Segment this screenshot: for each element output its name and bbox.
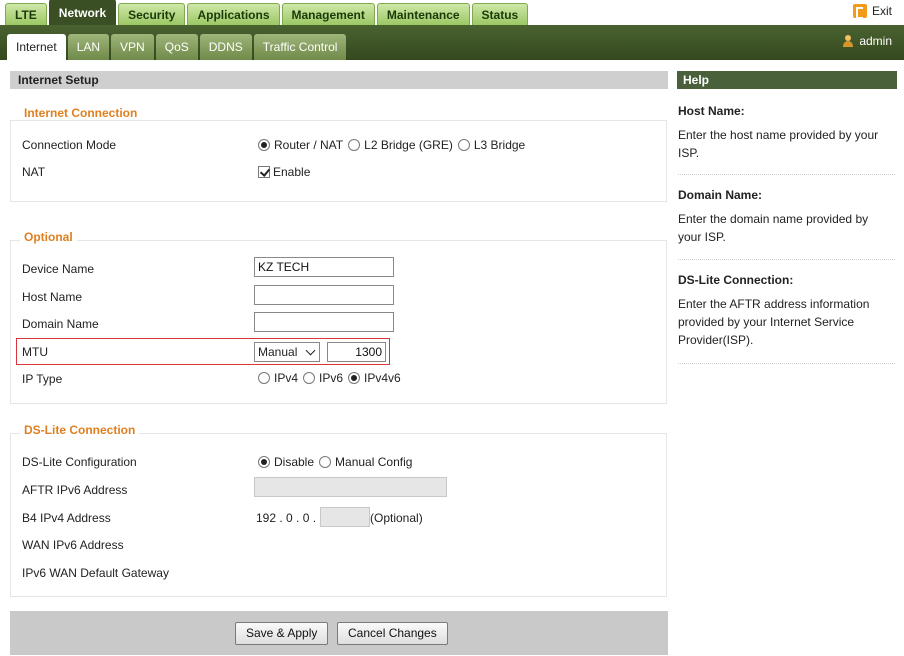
nat-enable-label: Enable [273, 165, 311, 179]
radio-ipv4[interactable] [258, 372, 270, 384]
exit-icon [852, 4, 867, 19]
ip-type-radios: IPv4 IPv6 IPv4v6 [258, 371, 406, 385]
user-label: admin [859, 34, 892, 48]
radio-ipv4v6[interactable] [348, 372, 361, 384]
b4-label: B4 IPv4 Address [22, 511, 111, 525]
radio-disable-label: Disable [274, 455, 315, 469]
chevron-down-icon [305, 345, 316, 355]
page-title: Internet Setup [10, 71, 668, 89]
optional-legend: Optional [20, 230, 77, 244]
b4-ipv4-input[interactable] [320, 507, 370, 527]
radio-l2-bridge-label: L2 Bridge (GRE) [364, 138, 453, 152]
help-host-name-text: Enter the host name provided by your ISP… [678, 128, 879, 160]
ds-lite-legend: DS-Lite Connection [20, 423, 140, 437]
radio-router-nat-label: Router / NAT [274, 138, 344, 152]
help-divider [678, 363, 895, 364]
help-ds-lite-text: Enter the AFTR address information provi… [678, 297, 870, 347]
mtu-value-input[interactable]: 1300 [327, 342, 386, 362]
radio-disable[interactable] [258, 456, 270, 468]
b4-optional-note: (Optional) [370, 511, 423, 525]
subtab-lan[interactable]: LAN [67, 34, 110, 60]
domain-name-input[interactable] [254, 312, 394, 332]
internet-connection-legend: Internet Connection [20, 106, 142, 120]
wan-ipv6-label: WAN IPv6 Address [22, 538, 124, 552]
subtab-ddns[interactable]: DDNS [199, 34, 252, 60]
sub-nav-bar: Internet LAN VPN QoS DDNS Traffic Contro… [0, 25, 904, 60]
radio-router-nat[interactable] [258, 139, 270, 151]
b4-prefix: 192 . 0 . 0 . [256, 511, 317, 525]
tab-maintenance[interactable]: Maintenance [376, 3, 470, 25]
help-divider [678, 259, 895, 260]
subtab-internet[interactable]: Internet [7, 34, 66, 60]
radio-manual-config[interactable] [319, 456, 332, 468]
user-indicator: admin [843, 34, 892, 48]
device-name-input[interactable]: KZ TECH [254, 257, 394, 277]
help-ds-lite-title: DS-Lite Connection: [678, 273, 794, 287]
connection-mode-radios: Router / NAT L2 Bridge (GRE) L3 Bridge [258, 138, 530, 152]
nat-label: NAT [22, 165, 46, 179]
internet-connection-group [10, 120, 667, 202]
cancel-changes-button[interactable]: Cancel Changes [337, 622, 448, 645]
ip-type-label: IP Type [22, 372, 63, 386]
ds-lite-config-radios: Disable Manual Config [258, 455, 417, 469]
help-domain-name-title: Domain Name: [678, 188, 763, 202]
radio-l3-bridge[interactable] [457, 139, 470, 151]
top-nav-bar: LTE Network Security Applications Manage… [0, 0, 904, 25]
nat-enable-checkbox[interactable] [258, 166, 270, 178]
ipv6-gateway-label: IPv6 WAN Default Gateway [22, 566, 169, 580]
tab-lte[interactable]: LTE [5, 3, 47, 25]
tab-status[interactable]: Status [471, 3, 529, 25]
ds-lite-config-label: DS-Lite Configuration [22, 455, 137, 469]
subtab-qos[interactable]: QoS [155, 34, 198, 60]
help-divider [678, 174, 895, 175]
save-apply-button[interactable]: Save & Apply [235, 622, 329, 645]
help-header: Help [677, 71, 897, 89]
user-icon [843, 35, 854, 47]
help-domain-name-text: Enter the domain name provided by your I… [678, 212, 869, 244]
host-name-input[interactable] [254, 285, 394, 305]
mtu-mode-value: Manual [258, 345, 298, 359]
tab-security[interactable]: Security [118, 3, 186, 25]
nat-control: Enable [258, 165, 310, 179]
exit-button[interactable]: Exit [852, 4, 892, 19]
subtab-vpn[interactable]: VPN [111, 34, 154, 60]
radio-l3-bridge-label: L3 Bridge [473, 138, 526, 152]
tab-network[interactable]: Network [48, 0, 117, 25]
radio-ipv6-label: IPv6 [319, 371, 344, 385]
radio-ipv6[interactable] [303, 372, 316, 384]
action-bar: Save & Apply Cancel Changes [10, 611, 668, 655]
mtu-label: MTU [22, 345, 48, 359]
sub-tabs: Internet LAN VPN QoS DDNS Traffic Contro… [7, 34, 347, 60]
help-host-name-title: Host Name: [678, 104, 745, 118]
subtab-traffic-control[interactable]: Traffic Control [253, 34, 347, 60]
tab-management[interactable]: Management [281, 3, 375, 25]
domain-name-label: Domain Name [22, 317, 99, 331]
host-name-label: Host Name [22, 290, 83, 304]
radio-l2-bridge[interactable] [348, 139, 361, 151]
aftr-label: AFTR IPv6 Address [22, 483, 128, 497]
device-name-label: Device Name [22, 262, 95, 276]
connection-mode-label: Connection Mode [22, 138, 117, 152]
exit-label: Exit [871, 4, 892, 18]
radio-manual-config-label: Manual Config [335, 455, 413, 469]
tab-applications[interactable]: Applications [187, 3, 280, 25]
radio-ipv4-label: IPv4 [274, 371, 299, 385]
radio-ipv4v6-label: IPv4v6 [364, 371, 401, 385]
mtu-mode-select[interactable]: Manual [254, 342, 320, 362]
aftr-ipv6-input[interactable] [254, 477, 447, 497]
top-tabs: LTE Network Security Applications Manage… [5, 0, 529, 25]
